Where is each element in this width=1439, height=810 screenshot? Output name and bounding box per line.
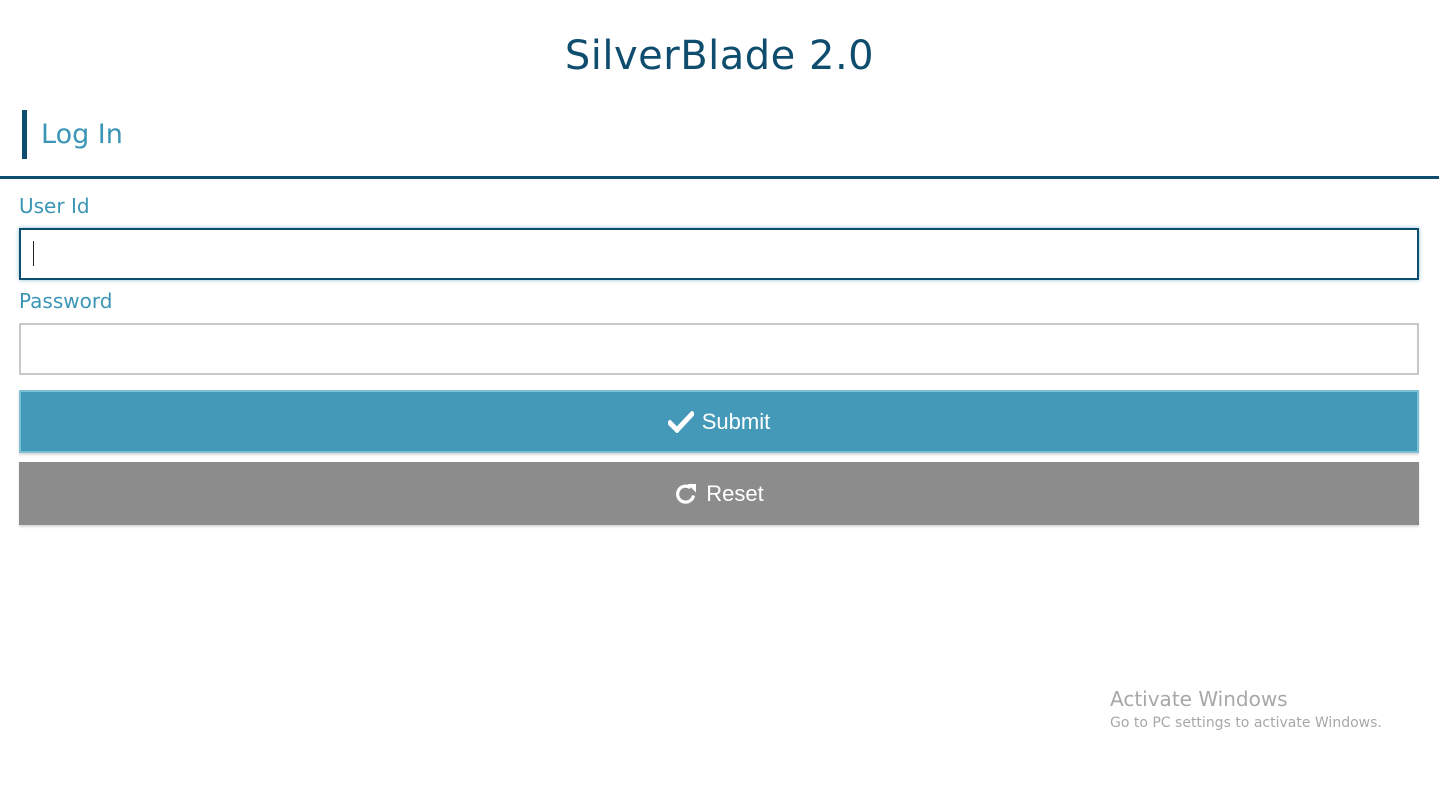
password-input[interactable] [19,323,1419,375]
submit-label: Submit [701,408,771,434]
watermark-subtitle: Go to PC settings to activate Windows. [1110,715,1382,731]
app-title: SilverBlade 2.0 [564,33,875,79]
section-accent-bar [22,110,27,159]
watermark-title: Activate Windows [1110,687,1288,711]
activate-windows-watermark: Activate Windows Go to PC settings to ac… [1110,686,1382,733]
login-section-header: Log In [22,110,123,159]
reset-button[interactable]: Reset [19,462,1419,525]
submit-button[interactable]: Submit [19,390,1419,453]
user-id-input[interactable] [19,228,1419,280]
reset-label: Reset [706,480,764,506]
login-heading: Log In [41,119,123,150]
text-caret [33,241,34,266]
user-id-label: User Id [19,194,90,218]
header-divider [0,176,1439,179]
checkmark-icon [667,410,694,433]
password-label: Password [19,289,113,313]
refresh-icon [674,482,698,506]
